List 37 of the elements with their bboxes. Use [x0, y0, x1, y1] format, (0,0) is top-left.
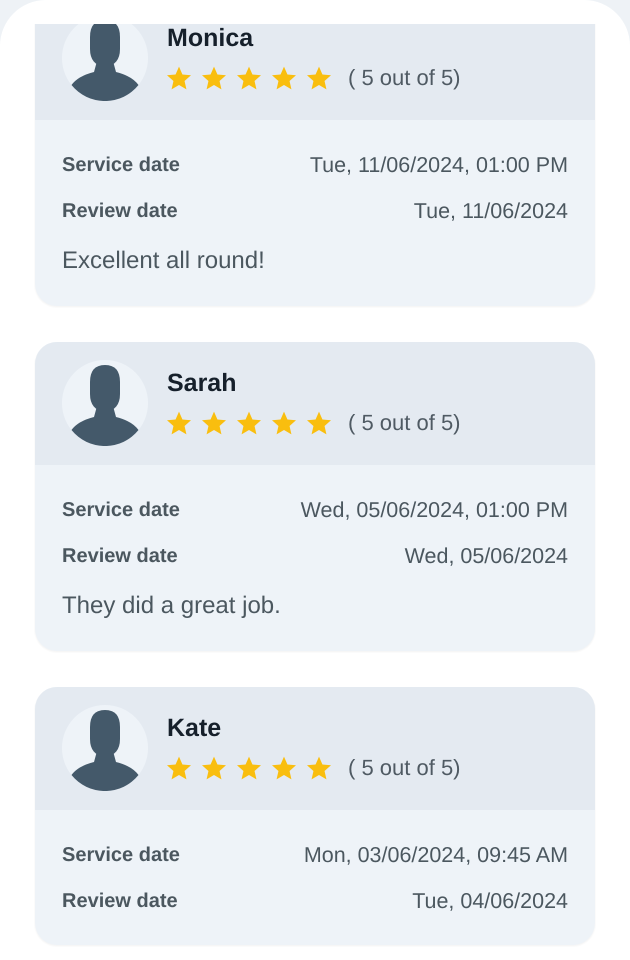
- star-icon: [202, 756, 226, 780]
- star-icon: [202, 66, 226, 90]
- detail-label: Review date: [62, 890, 178, 912]
- detail-value: Tue, 11/06/2024: [414, 198, 568, 224]
- detail-label: Service date: [62, 844, 180, 866]
- rating-text: ( 5 out of 5): [348, 754, 461, 782]
- rating-text: ( 5 out of 5): [348, 64, 461, 92]
- detail-value: Mon, 03/06/2024, 09:45 AM: [304, 842, 568, 868]
- detail-value: Wed, 05/06/2024, 01:00 PM: [300, 498, 568, 522]
- star-icon: [307, 66, 331, 90]
- star-icon: [307, 411, 331, 435]
- reviewer-name: Sarah: [167, 368, 236, 399]
- star-icon: [272, 411, 296, 435]
- star-icon: [272, 756, 296, 780]
- user-avatar-icon: [62, 705, 148, 791]
- star-icon: [167, 756, 191, 780]
- star-icon: [237, 411, 261, 435]
- star-icon: [272, 66, 296, 90]
- review-comment: Excellent all round!: [62, 246, 265, 276]
- star-icon: [167, 411, 191, 435]
- rating-text: ( 5 out of 5): [348, 409, 461, 437]
- detail-value: Tue, 04/06/2024: [412, 888, 568, 914]
- star-icon: [237, 756, 261, 780]
- reviewer-name: Kate: [167, 713, 222, 744]
- detail-label: Review date: [62, 544, 178, 568]
- user-avatar-icon: [62, 360, 148, 446]
- detail-label: Service date: [62, 154, 180, 176]
- star-icon: [202, 411, 226, 435]
- star-icon: [237, 66, 261, 90]
- star-icon: [307, 756, 331, 780]
- star-icon: [167, 66, 191, 90]
- detail-label: Service date: [62, 498, 180, 522]
- detail-value: Wed, 05/06/2024: [404, 544, 568, 568]
- review-comment: They did a great job.: [62, 591, 281, 621]
- reviewer-name: Monica: [167, 24, 254, 54]
- detail-label: Review date: [62, 200, 178, 222]
- detail-value: Tue, 11/06/2024, 01:00 PM: [310, 152, 568, 178]
